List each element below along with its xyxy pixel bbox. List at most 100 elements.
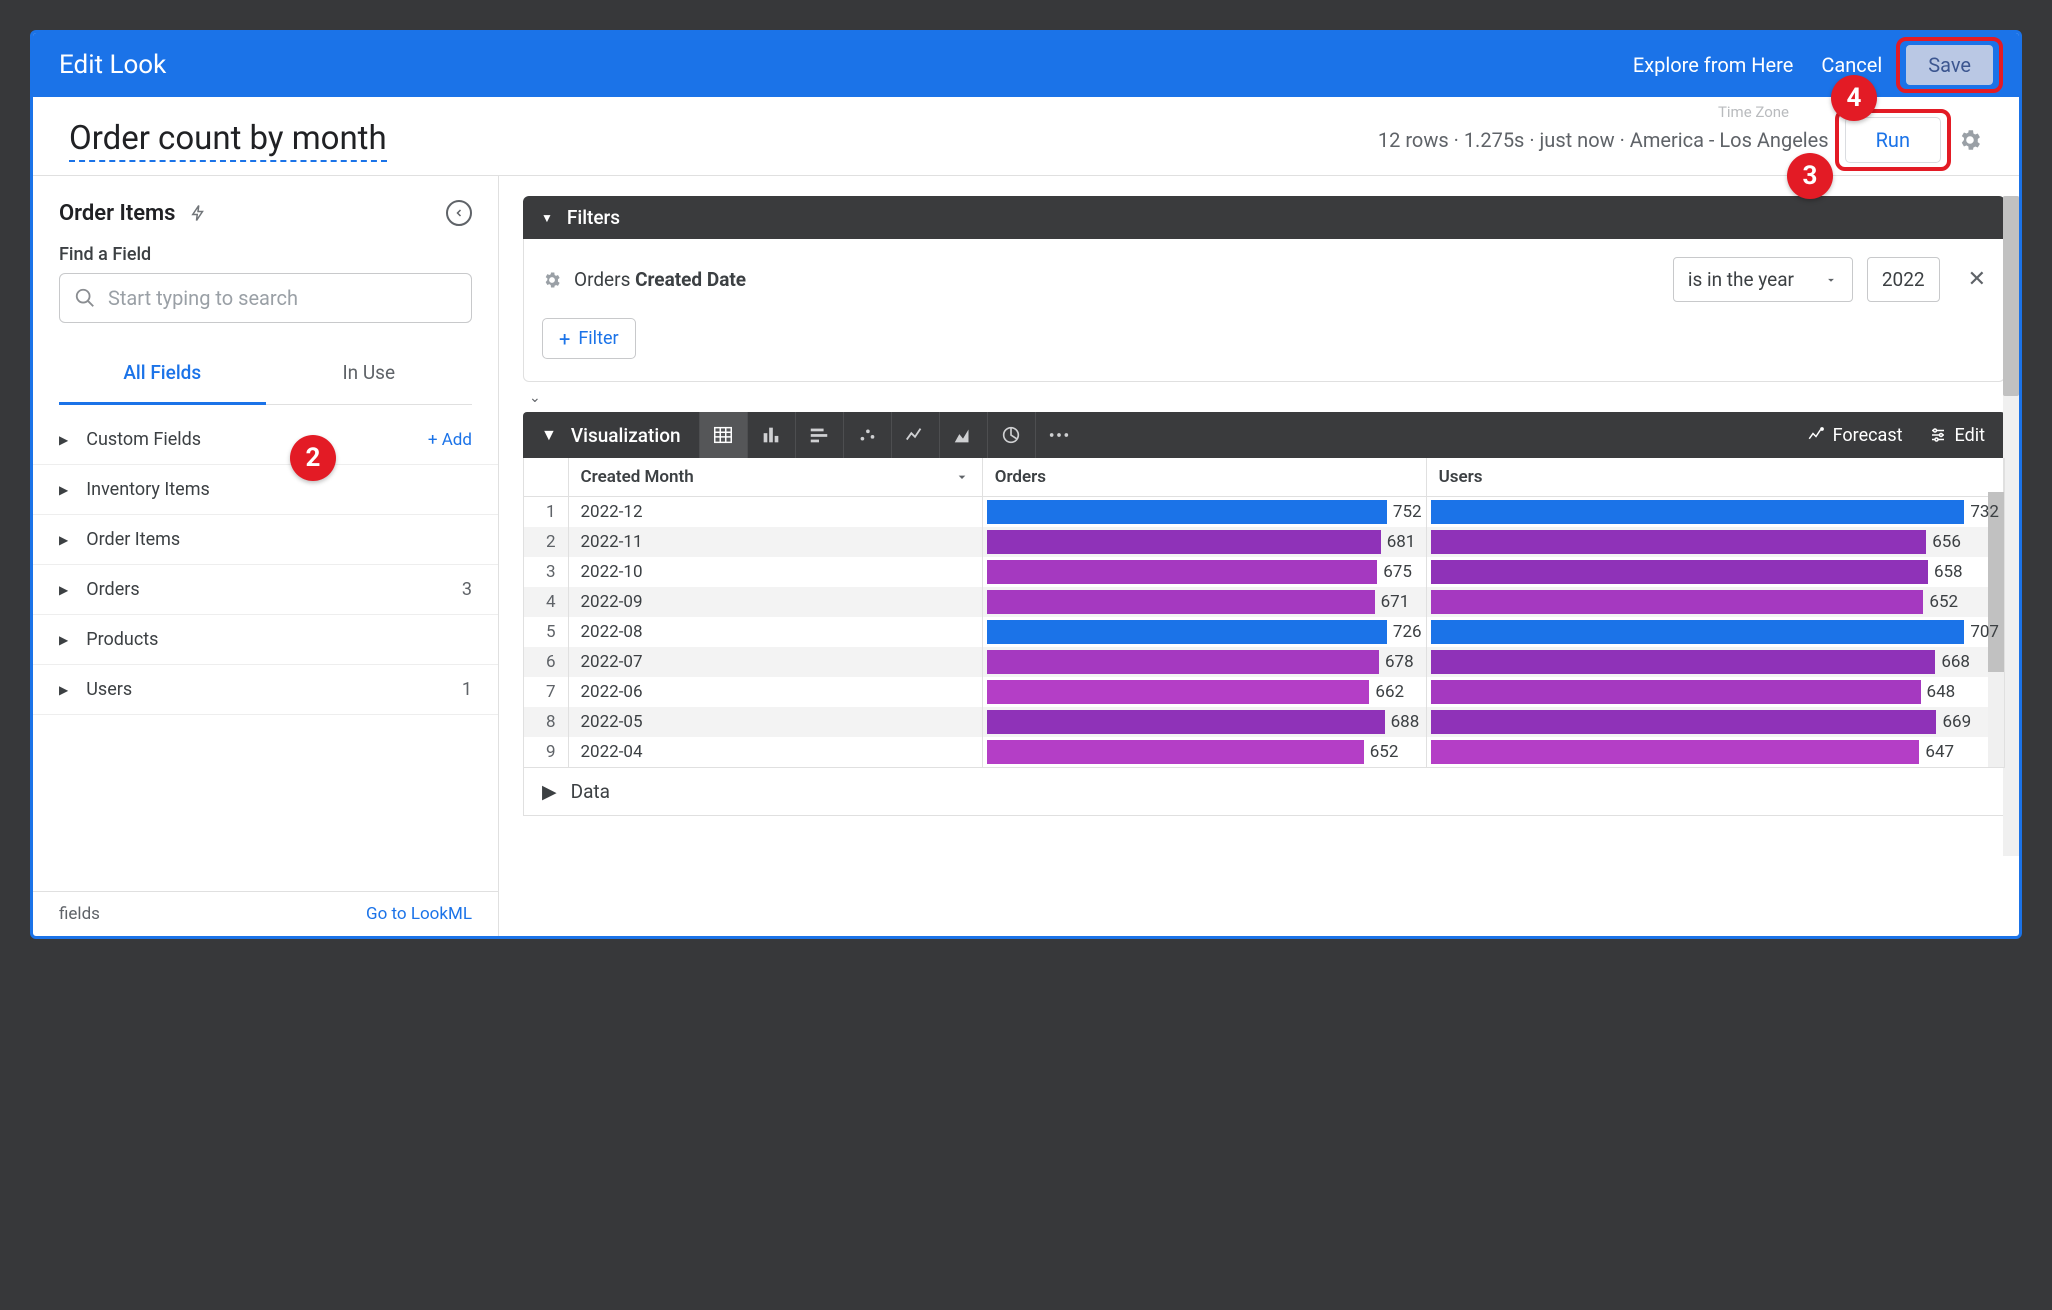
vis-type-column-icon[interactable] [747, 412, 795, 458]
expand-caret-icon[interactable]: ⌄ [529, 390, 2005, 406]
table-row: 1 2022-12 752 732 [524, 497, 2004, 528]
cell-orders[interactable]: 678 [982, 647, 1426, 677]
filters-body: Orders Created Date is in the year 2022 … [523, 239, 2005, 382]
cancel-link[interactable]: Cancel [1821, 53, 1882, 77]
cell-month[interactable]: 2022-04 [568, 737, 982, 767]
field-group-row[interactable]: ▶Products [33, 615, 498, 665]
caret-right-icon: ▶ [59, 533, 68, 547]
col-header-orders[interactable]: Orders [982, 458, 1426, 497]
forecast-button[interactable]: Forecast [1807, 425, 1903, 446]
search-icon [74, 287, 96, 309]
vis-type-more-icon[interactable] [1035, 412, 1083, 458]
run-button[interactable]: Run [1845, 117, 1941, 163]
table-row: 3 2022-10 675 658 [524, 557, 2004, 587]
cell-users[interactable]: 669 [1426, 707, 2003, 737]
sidebar-foot-left: fields [59, 904, 100, 924]
vis-type-bar-icon[interactable] [795, 412, 843, 458]
field-group-list: ▶Custom Fields+ Add▶Inventory Items ▶ Orde… [33, 415, 498, 891]
field-group-row[interactable]: ▶Users1 [33, 665, 498, 715]
field-tabs: All Fields In Use [59, 343, 472, 405]
cell-orders[interactable]: 681 [982, 527, 1426, 557]
results-table: Created Month Orders Users 1 2022-12 752… [523, 458, 2005, 768]
main-pane: ▼ Filters Orders Created Date is in the … [499, 176, 2019, 936]
cell-orders[interactable]: 688 [982, 707, 1426, 737]
col-header-month[interactable]: Created Month [568, 458, 982, 497]
table-row: 2 2022-11 681 656 [524, 527, 2004, 557]
go-to-lookml-link[interactable]: Go to LookML [366, 904, 472, 924]
caret-down-icon: ▼ [541, 211, 553, 225]
query-meta: 12 rows · 1.275s · just now · America - … [1378, 128, 1829, 152]
explore-from-here-link[interactable]: Explore from Here [1633, 53, 1793, 77]
row-number: 4 [524, 587, 568, 617]
find-field-label: Find a Field [59, 244, 472, 265]
add-custom-field-link[interactable]: + Add [428, 430, 472, 450]
filter-operator-select[interactable]: is in the year [1673, 257, 1853, 302]
main-scrollbar[interactable] [2003, 196, 2019, 856]
cell-month[interactable]: 2022-11 [568, 527, 982, 557]
field-group-label: Order Items [86, 529, 180, 550]
tab-in-use[interactable]: In Use [266, 343, 473, 404]
col-header-users[interactable]: Users [1426, 458, 2003, 497]
cell-users[interactable]: 652 [1426, 587, 2003, 617]
cell-users[interactable]: 647 [1426, 737, 2003, 767]
sidebar-footer: fields Go to LookML [33, 891, 498, 936]
add-filter-button[interactable]: + Filter [542, 318, 636, 359]
collapse-sidebar-icon[interactable] [446, 200, 472, 226]
cell-orders[interactable]: 671 [982, 587, 1426, 617]
cell-users[interactable]: 658 [1426, 557, 2003, 587]
table-row: 8 2022-05 688 669 [524, 707, 2004, 737]
cell-month[interactable]: 2022-09 [568, 587, 982, 617]
cell-users[interactable]: 707 [1426, 617, 2003, 647]
cell-orders[interactable]: 662 [982, 677, 1426, 707]
vis-type-scatter-icon[interactable] [843, 412, 891, 458]
field-group-label: Orders [86, 579, 139, 600]
cell-orders[interactable]: 652 [982, 737, 1426, 767]
field-group-row[interactable]: ▶ Order Items [33, 515, 498, 565]
caret-down-icon[interactable]: ▼ [541, 425, 557, 445]
search-input[interactable] [108, 286, 457, 310]
vis-type-table-icon[interactable] [699, 412, 747, 458]
row-number: 8 [524, 707, 568, 737]
cell-month[interactable]: 2022-10 [568, 557, 982, 587]
cell-users[interactable]: 732 [1426, 497, 2003, 528]
cell-orders[interactable]: 726 [982, 617, 1426, 647]
cell-orders[interactable]: 675 [982, 557, 1426, 587]
row-number-header [524, 458, 568, 497]
cell-month[interactable]: 2022-07 [568, 647, 982, 677]
field-group-label: Users [86, 679, 132, 700]
cell-month[interactable]: 2022-06 [568, 677, 982, 707]
cell-orders[interactable]: 752 [982, 497, 1426, 528]
caret-right-icon: ▶ [542, 780, 557, 803]
cell-month[interactable]: 2022-08 [568, 617, 982, 647]
field-group-row[interactable]: ▶Custom Fields+ Add [33, 415, 498, 465]
field-group-label: Inventory Items [86, 479, 210, 500]
cell-month[interactable]: 2022-12 [568, 497, 982, 528]
tab-all-fields[interactable]: All Fields [59, 343, 266, 405]
gear-icon[interactable] [1957, 127, 1983, 153]
forecast-icon [1807, 426, 1825, 444]
look-title-input[interactable]: Order count by month [69, 119, 387, 162]
field-group-row[interactable]: ▶Orders3 [33, 565, 498, 615]
vis-type-line-icon[interactable] [891, 412, 939, 458]
filter-value-input[interactable]: 2022 [1867, 257, 1940, 302]
cell-users[interactable]: 656 [1426, 527, 2003, 557]
annotation-badge-4: 4 [1831, 75, 1877, 121]
filters-label: Filters [567, 206, 620, 229]
subbar: Order count by month Time Zone 12 rows ·… [33, 97, 2019, 176]
cell-users[interactable]: 648 [1426, 677, 2003, 707]
cell-users[interactable]: 668 [1426, 647, 2003, 677]
search-field-box[interactable] [59, 273, 472, 323]
vis-edit-button[interactable]: Edit [1929, 425, 1985, 446]
field-picker-sidebar: Order Items Find a Field All Fields In U… [33, 176, 499, 936]
field-group-row[interactable]: ▶Inventory Items [33, 465, 498, 515]
page-title: Edit Look [59, 50, 1605, 80]
cell-month[interactable]: 2022-05 [568, 707, 982, 737]
gear-icon[interactable] [542, 270, 562, 290]
field-group-count: 3 [462, 579, 472, 600]
vis-type-area-icon[interactable] [939, 412, 987, 458]
filters-panel-header[interactable]: ▼ Filters [523, 196, 2005, 239]
save-button[interactable]: Save [1906, 45, 1993, 85]
data-panel-header[interactable]: ▶ Data [523, 768, 2005, 816]
remove-filter-icon[interactable]: ✕ [1968, 267, 1986, 292]
vis-type-pie-icon[interactable] [987, 412, 1035, 458]
